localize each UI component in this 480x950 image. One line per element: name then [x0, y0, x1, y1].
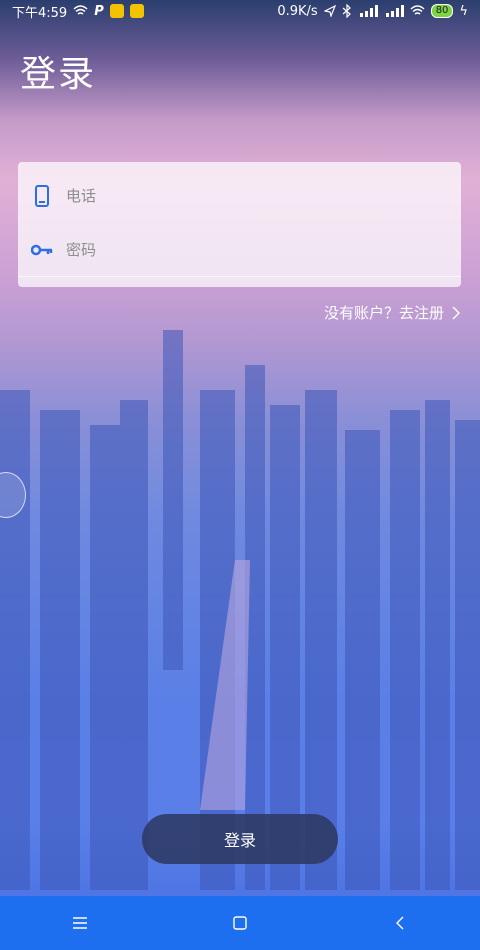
- login-button[interactable]: 登录: [142, 814, 338, 864]
- navigation-bar: [0, 896, 480, 950]
- city-skyline-image: [0, 330, 480, 890]
- status-time: 下午4:59: [12, 5, 68, 21]
- wifi-icon: [410, 5, 425, 15]
- network-speed: 0.9K/s: [277, 3, 318, 19]
- app-notification-icon: [129, 4, 144, 18]
- back-icon: [396, 916, 404, 930]
- app-notification-icon: [109, 4, 124, 18]
- signal-icon: [359, 5, 378, 17]
- parking-icon: P: [94, 3, 104, 19]
- password-input[interactable]: [66, 241, 426, 259]
- key-icon: [18, 243, 66, 257]
- page-title: 登录: [20, 54, 97, 95]
- password-field[interactable]: [18, 224, 461, 276]
- charging-icon: ϟ: [459, 3, 468, 19]
- phone-input[interactable]: [66, 187, 426, 205]
- signal-icon: [385, 5, 404, 17]
- chevron-right-icon: [452, 305, 460, 320]
- register-link[interactable]: 没有账户？去注册: [324, 302, 460, 323]
- menu-button[interactable]: [50, 903, 110, 943]
- menu-icon: [73, 917, 87, 929]
- phone-field[interactable]: [18, 170, 461, 222]
- form-divider: [18, 276, 461, 277]
- phone-icon: [18, 185, 66, 207]
- battery-icon: 80: [430, 4, 454, 18]
- home-button[interactable]: [210, 903, 270, 943]
- login-form: [18, 162, 461, 287]
- back-button[interactable]: [370, 903, 430, 943]
- bluetooth-icon: [342, 4, 351, 18]
- status-bar: 下午4:59 P 0.9K/s 80 ϟ: [0, 0, 480, 22]
- register-link-label: 没有账户？去注册: [323, 304, 444, 322]
- location-icon: [323, 5, 336, 17]
- wifi-icon: [73, 5, 88, 15]
- home-icon: [233, 916, 247, 930]
